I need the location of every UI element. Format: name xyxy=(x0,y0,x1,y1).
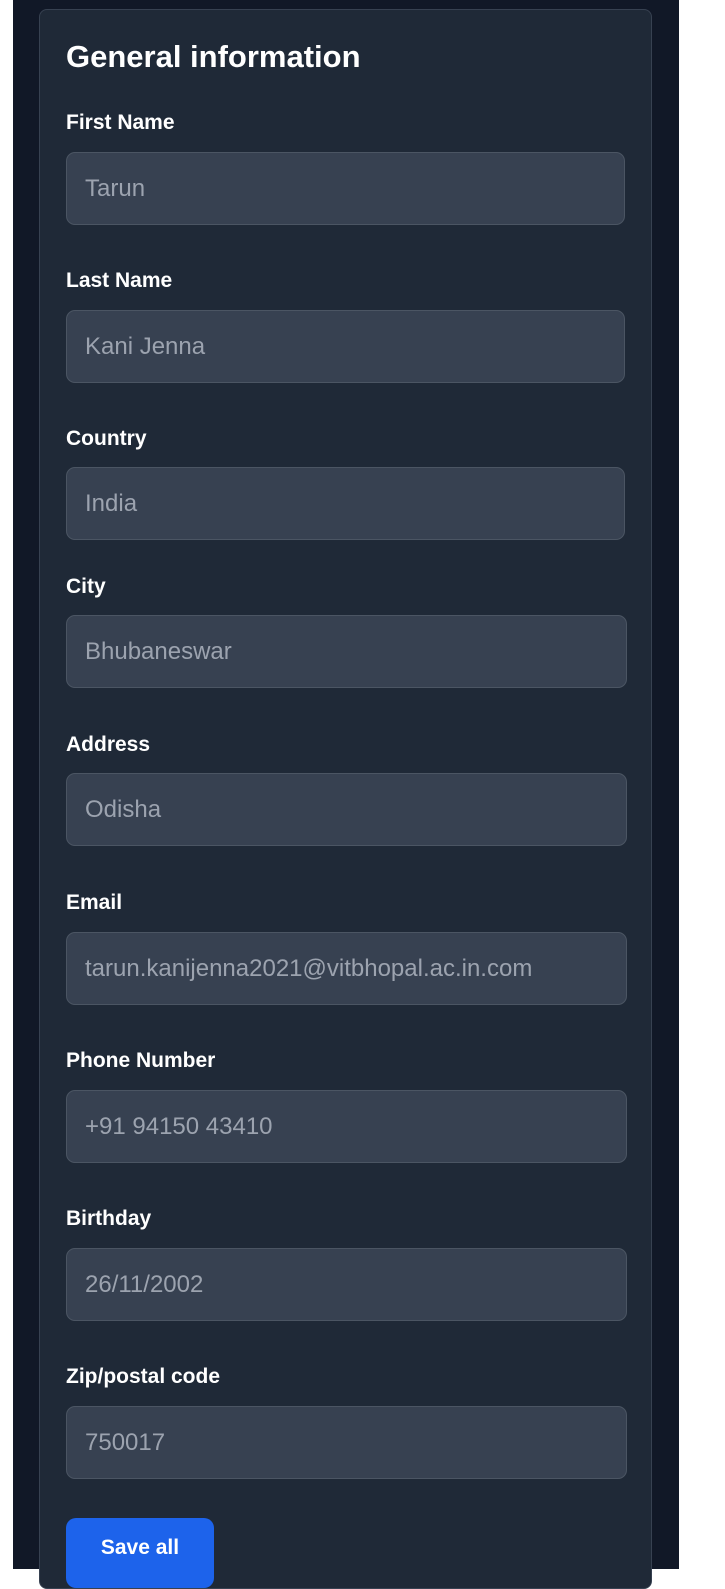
email-label: Email xyxy=(66,891,123,914)
city-input[interactable] xyxy=(66,615,627,688)
address-label: Address xyxy=(66,733,151,756)
country-label: Country xyxy=(66,427,147,450)
address-input[interactable] xyxy=(66,773,627,846)
city-label: City xyxy=(66,575,106,598)
birthday-label: Birthday xyxy=(66,1207,152,1230)
email-input[interactable] xyxy=(66,932,627,1005)
card-title: General information xyxy=(66,39,361,74)
phone-number-input[interactable] xyxy=(66,1090,627,1163)
first-name-label: First Name xyxy=(66,111,175,134)
zip-code-input[interactable] xyxy=(66,1406,627,1479)
save-all-button[interactable]: Save all xyxy=(66,1518,214,1588)
last-name-label: Last Name xyxy=(66,269,173,292)
country-input[interactable] xyxy=(66,467,625,540)
zip-code-label: Zip/postal code xyxy=(66,1365,221,1388)
last-name-input[interactable] xyxy=(66,310,625,383)
phone-number-label: Phone Number xyxy=(66,1049,216,1072)
first-name-input[interactable] xyxy=(66,152,625,225)
birthday-input[interactable] xyxy=(66,1248,627,1321)
